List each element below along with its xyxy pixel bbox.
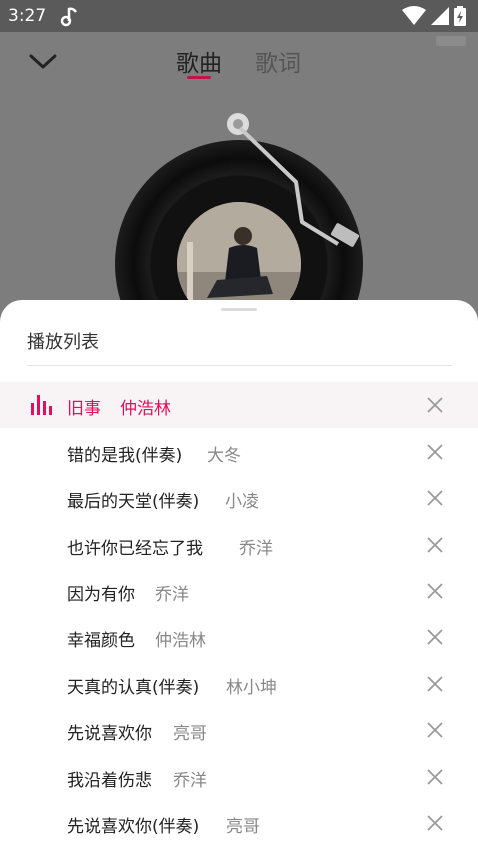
song-title: 先说喜欢你(伴奏) bbox=[67, 817, 200, 837]
remove-icon[interactable] bbox=[426, 768, 444, 786]
remove-icon[interactable] bbox=[426, 396, 444, 414]
remove-icon[interactable] bbox=[426, 721, 444, 739]
playlist-item[interactable]: 天真的认真(伴奏) 林小坤 bbox=[0, 661, 478, 707]
song-title: 旧事 bbox=[67, 399, 101, 419]
chevron-down-icon[interactable] bbox=[28, 48, 58, 74]
artist-name: 乔洋 bbox=[173, 771, 207, 791]
song-title: 错的是我(伴奏) bbox=[67, 446, 183, 466]
artist-name: 亮哥 bbox=[226, 817, 260, 837]
artist-name: 乔洋 bbox=[239, 539, 273, 559]
playlist-item[interactable]: 幸福颜色 仲浩林 bbox=[0, 614, 478, 660]
playing-equalizer-icon bbox=[31, 395, 52, 415]
artist-name: 小凌 bbox=[225, 492, 259, 512]
tab-lyrics[interactable]: 歌词 bbox=[255, 44, 301, 78]
playlist-sheet: 播放列表 旧事 仲浩林 错的是我(伴奏) 大冬 最后的天堂(伴奏) 小凌 也许你… bbox=[0, 300, 478, 849]
status-time: 3:27 bbox=[8, 6, 47, 26]
status-icons bbox=[402, 6, 472, 26]
song-title: 先说喜欢你 bbox=[67, 724, 152, 744]
sheet-drag-handle[interactable] bbox=[221, 308, 257, 311]
artist-name: 乔洋 bbox=[155, 585, 189, 605]
playlist-item[interactable]: 先说喜欢你(伴奏) 亮哥 bbox=[0, 800, 478, 846]
remove-icon[interactable] bbox=[426, 536, 444, 554]
remove-icon[interactable] bbox=[426, 814, 444, 832]
playlist-item[interactable]: 因为有你 乔洋 bbox=[0, 568, 478, 614]
signal-icon bbox=[431, 7, 449, 25]
remove-icon[interactable] bbox=[426, 443, 444, 461]
playlist-item[interactable]: 先说喜欢你 亮哥 bbox=[0, 707, 478, 753]
top-right-badge bbox=[436, 36, 466, 46]
divider bbox=[27, 365, 452, 366]
battery-icon bbox=[454, 6, 466, 26]
artist-name: 仲浩林 bbox=[155, 631, 206, 651]
artist-name: 仲浩林 bbox=[120, 399, 171, 419]
song-title: 也许你已经忘了我 bbox=[67, 539, 203, 559]
song-title: 我沿着伤悲 bbox=[67, 771, 152, 791]
playlist-item[interactable]: 最后的天堂(伴奏) 小凌 bbox=[0, 475, 478, 521]
artist-name: 大冬 bbox=[207, 446, 241, 466]
song-title: 因为有你 bbox=[67, 585, 135, 605]
player-area: 歌曲 歌词 bbox=[0, 32, 478, 388]
remove-icon[interactable] bbox=[426, 675, 444, 693]
tab-indicator bbox=[187, 76, 211, 79]
remove-icon[interactable] bbox=[426, 628, 444, 646]
remove-icon[interactable] bbox=[426, 582, 444, 600]
playlist-item[interactable]: 错的是我(伴奏) 大冬 bbox=[0, 429, 478, 475]
remove-icon[interactable] bbox=[426, 489, 444, 507]
playlist-item-playing[interactable]: 旧事 仲浩林 bbox=[0, 382, 478, 428]
song-title: 最后的天堂(伴奏) bbox=[67, 492, 200, 512]
song-title: 天真的认真(伴奏) bbox=[67, 678, 200, 698]
status-bar: 3:27 bbox=[0, 0, 478, 32]
artist-name: 亮哥 bbox=[173, 724, 207, 744]
playlist-item[interactable]: 我沿着伤悲 乔洋 bbox=[0, 754, 478, 800]
music-note-icon bbox=[60, 7, 77, 27]
playlist-title: 播放列表 bbox=[27, 332, 99, 353]
playlist-item[interactable]: 也许你已经忘了我 乔洋 bbox=[0, 522, 478, 568]
wifi-icon bbox=[402, 6, 426, 25]
artist-name: 林小坤 bbox=[226, 678, 277, 698]
tab-songs[interactable]: 歌曲 bbox=[176, 44, 222, 78]
song-title: 幸福颜色 bbox=[67, 631, 135, 651]
